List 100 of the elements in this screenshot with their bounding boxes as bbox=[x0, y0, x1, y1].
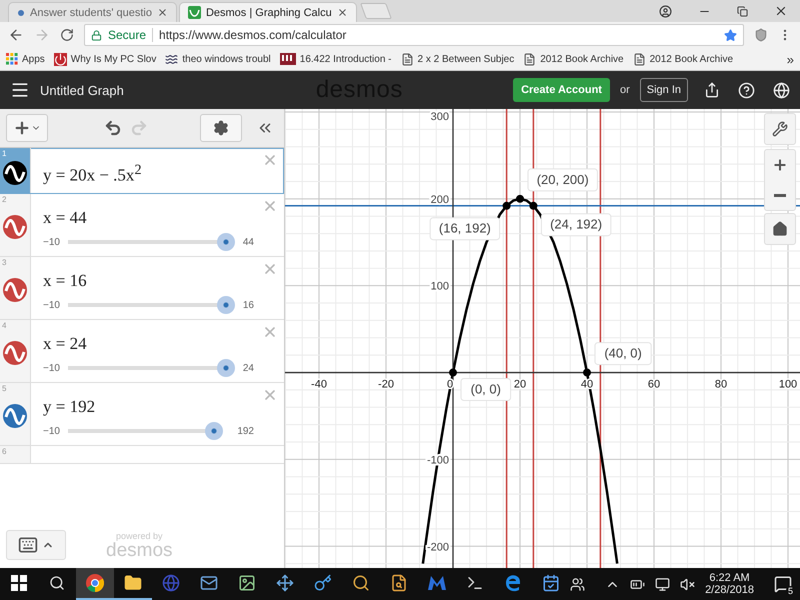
slider-max: 44 bbox=[242, 236, 254, 248]
bookmark-item[interactable]: 2 x 2 Between Subjec bbox=[400, 52, 514, 66]
undo-button[interactable] bbox=[104, 119, 122, 137]
close-icon[interactable] bbox=[156, 7, 168, 18]
network-icon[interactable] bbox=[655, 576, 670, 592]
folder-icon[interactable] bbox=[124, 574, 142, 592]
expression-index: 4 bbox=[2, 321, 6, 330]
undo-icon bbox=[104, 119, 122, 137]
axis-tick-label: 100 bbox=[430, 280, 449, 293]
bookmark-item[interactable]: theo windows troubl bbox=[165, 52, 271, 66]
browser-tab[interactable]: Answer students' questio bbox=[8, 2, 177, 22]
point-label: (16, 192) bbox=[430, 217, 500, 240]
minus-icon bbox=[774, 194, 786, 196]
expression-row[interactable]: 1 y = 20x − .5x$^{2}$ bbox=[0, 148, 284, 194]
expression-text[interactable]: y = 192 bbox=[43, 397, 254, 417]
plus-icon bbox=[13, 119, 31, 137]
chrome-icon[interactable] bbox=[86, 574, 104, 592]
close-icon[interactable] bbox=[336, 7, 348, 18]
edge-logo-icon[interactable] bbox=[504, 574, 522, 592]
annotation: (20, 200) bbox=[536, 172, 589, 187]
globe-icon[interactable] bbox=[162, 574, 180, 592]
bookmark-item[interactable]: 2012 Book Archive bbox=[632, 52, 734, 66]
bookmarks-overflow[interactable]: » bbox=[786, 52, 794, 66]
key-icon[interactable] bbox=[314, 574, 332, 592]
slider-min: −10 bbox=[43, 236, 60, 248]
tab-favicon bbox=[17, 8, 25, 16]
slider-max: 16 bbox=[242, 300, 254, 310]
restore-icon[interactable] bbox=[737, 6, 748, 16]
point-marker[interactable] bbox=[516, 194, 524, 203]
reload-icon[interactable] bbox=[60, 28, 74, 42]
secure-label: Secure bbox=[108, 28, 154, 42]
clock-time[interactable]: 6:22 AM bbox=[709, 572, 750, 584]
language-icon[interactable] bbox=[773, 82, 790, 98]
expression-text[interactable]: y = 20x − .5x$^{2}$ bbox=[43, 162, 254, 186]
axis-tick-label: 20 bbox=[514, 378, 526, 391]
lock-icon bbox=[91, 30, 102, 40]
notifications-button[interactable]: 5 bbox=[774, 575, 792, 593]
terminal-icon[interactable] bbox=[466, 574, 484, 592]
magnifier-icon[interactable] bbox=[352, 574, 370, 592]
axis-tick-label: -20 bbox=[378, 378, 394, 391]
point-marker[interactable] bbox=[502, 202, 511, 210]
document-search-icon[interactable] bbox=[390, 574, 408, 592]
mail-icon[interactable] bbox=[200, 574, 218, 592]
axis-tick-label: 100 bbox=[778, 378, 798, 391]
point-marker[interactable] bbox=[583, 368, 591, 377]
bookmark-item[interactable]: Why Is My PC Slov bbox=[54, 52, 156, 66]
bookmark-item[interactable]: 16.422 Introduction - bbox=[280, 53, 392, 65]
clock-date[interactable]: 2/28/2018 bbox=[705, 584, 754, 596]
point-marker[interactable] bbox=[449, 368, 457, 377]
browser-tab[interactable]: Desmos | Graphing Calcu bbox=[178, 2, 357, 22]
close-icon bbox=[262, 324, 278, 340]
back-icon[interactable] bbox=[8, 27, 24, 43]
address-bar[interactable]: Secure https://www.desmos.com/calculator bbox=[84, 24, 744, 46]
home-icon bbox=[772, 221, 788, 237]
slider-thumb[interactable] bbox=[216, 233, 235, 251]
mit-logo-icon bbox=[280, 53, 296, 65]
search-icon bbox=[49, 575, 65, 591]
power-icon bbox=[54, 52, 67, 66]
document-icon bbox=[400, 52, 414, 66]
apps-grid-icon bbox=[6, 53, 18, 65]
redo-icon bbox=[130, 119, 148, 137]
shield-icon[interactable] bbox=[754, 28, 768, 42]
settings-icon bbox=[213, 120, 229, 136]
bookmark-item[interactable]: 2012 Book Archive bbox=[523, 52, 624, 66]
taskbar-app[interactable] bbox=[76, 568, 114, 600]
people-icon[interactable] bbox=[570, 576, 586, 592]
slider-min: −10 bbox=[43, 300, 60, 310]
slider-thumb[interactable] bbox=[216, 359, 235, 377]
axis-tick-label: 300 bbox=[430, 110, 449, 123]
profile-icon[interactable] bbox=[659, 4, 672, 18]
close-icon[interactable] bbox=[774, 4, 788, 18]
slider-thumb[interactable] bbox=[216, 296, 235, 314]
wave-icon[interactable] bbox=[3, 160, 27, 184]
expression-index: 5 bbox=[2, 384, 6, 393]
expression-text[interactable]: x = 24 bbox=[43, 334, 254, 354]
settings-button[interactable] bbox=[200, 114, 242, 142]
expression-row[interactable]: 4 x = 24 −10 24 bbox=[0, 320, 284, 383]
sign-in-button[interactable]: Sign In bbox=[640, 78, 688, 102]
image-icon[interactable] bbox=[238, 574, 256, 592]
share-icon[interactable] bbox=[704, 82, 720, 98]
expression-text[interactable]: x = 16 bbox=[43, 271, 254, 291]
calendar-icon[interactable] bbox=[542, 574, 560, 592]
point-marker[interactable] bbox=[529, 202, 538, 210]
annotation: (24, 192) bbox=[550, 216, 602, 232]
wrench-icon bbox=[772, 121, 788, 137]
arrows-icon[interactable] bbox=[276, 574, 294, 592]
m-logo-icon[interactable] bbox=[427, 575, 447, 591]
expression-row[interactable]: 3 x = 16 −10 16 bbox=[0, 257, 284, 320]
add-item-button[interactable] bbox=[6, 114, 48, 142]
bookmark-star-icon[interactable] bbox=[724, 28, 737, 42]
expression-row[interactable]: 2 x = 44 −10 44 bbox=[0, 194, 284, 257]
squiggle-icon bbox=[165, 52, 178, 66]
bookmark-item[interactable]: Apps bbox=[6, 53, 45, 65]
help-icon[interactable] bbox=[738, 82, 755, 98]
volume-muted-icon[interactable] bbox=[680, 576, 696, 592]
keyboard-button[interactable] bbox=[6, 530, 66, 560]
expression-row[interactable]: 5 y = 192 −10 192 bbox=[0, 383, 284, 446]
slider-max: 192 bbox=[237, 426, 254, 436]
expression-text[interactable]: x = 44 bbox=[43, 208, 254, 228]
slider-thumb[interactable] bbox=[204, 422, 223, 440]
